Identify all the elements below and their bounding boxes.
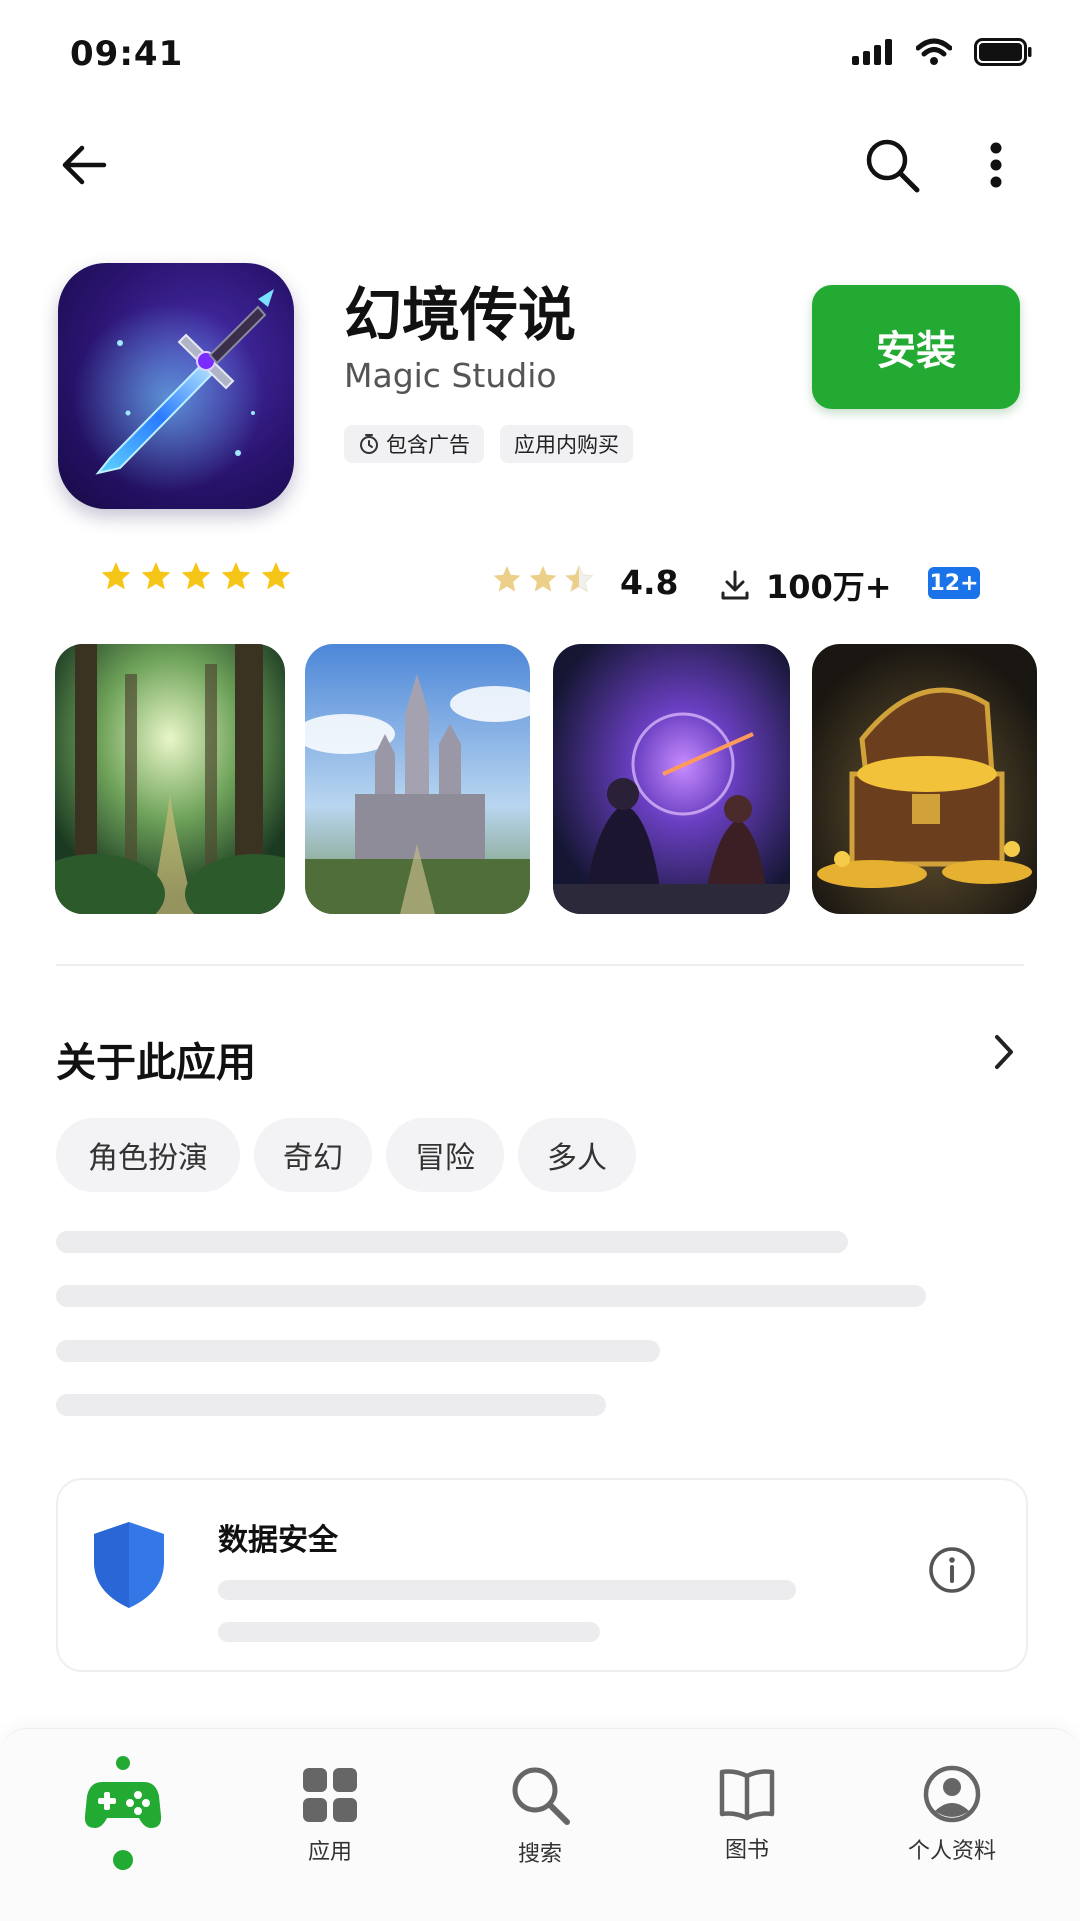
nav-item-profile[interactable]: 个人资料 <box>852 1752 1052 1892</box>
timer-icon <box>360 434 378 454</box>
nav-label-search: 搜索 <box>517 1842 562 1867</box>
tag-adventure[interactable]: 冒险 <box>386 1118 504 1192</box>
active-indicator-dot <box>113 1850 133 1870</box>
sword-icon <box>73 289 274 493</box>
apps-grid-icon <box>303 1768 357 1822</box>
star-icon <box>181 562 211 590</box>
nav-item-games[interactable] <box>23 1752 223 1892</box>
downloads-count: 100万+ <box>720 562 892 608</box>
battle-image <box>553 644 790 914</box>
search-icon <box>512 1767 570 1825</box>
data-safety-title: 数据安全 <box>218 1523 338 1558</box>
divider <box>56 964 1024 966</box>
search-button[interactable] <box>852 125 932 205</box>
screenshot-battle[interactable] <box>553 644 790 914</box>
screenshot-forest[interactable] <box>55 644 285 914</box>
data-safety-card[interactable] <box>56 1478 1028 1672</box>
age-rating-badge: 12+ <box>928 567 980 599</box>
wifi-icon <box>916 38 952 65</box>
forest-image <box>55 644 285 914</box>
more-options-button[interactable] <box>966 125 1026 205</box>
search-icon <box>866 139 920 193</box>
info-icon[interactable] <box>928 1546 976 1594</box>
description-placeholder-line <box>56 1231 848 1253</box>
status-icons <box>852 38 1032 66</box>
star-icon <box>101 562 131 590</box>
in-app-purchase-badge: 应用内购买 <box>500 425 633 463</box>
data-safety-placeholder-line <box>218 1580 796 1600</box>
star-icon <box>261 562 291 590</box>
screenshot-treasure[interactable] <box>812 644 1037 914</box>
star-icon <box>493 565 521 592</box>
gamepad-icon <box>84 1782 162 1828</box>
status-time: 09:41 <box>70 34 184 74</box>
star-icon <box>221 562 251 590</box>
nav-label-apps: 应用 <box>307 1840 352 1865</box>
tag-multiplayer[interactable]: 多人 <box>518 1118 636 1192</box>
screenshot-castle[interactable] <box>305 644 530 914</box>
profile-icon <box>923 1765 981 1823</box>
back-arrow-icon <box>62 145 107 185</box>
data-safety-placeholder-line <box>218 1622 600 1642</box>
signal-icon <box>852 39 892 65</box>
nav-item-books[interactable]: 图书 <box>647 1752 847 1892</box>
book-icon <box>719 1769 775 1821</box>
chevron-right-icon <box>995 1035 1013 1069</box>
castle-image <box>305 644 530 914</box>
back-button[interactable] <box>44 125 124 205</box>
nav-item-apps[interactable]: 应用 <box>230 1752 430 1892</box>
description-placeholder-line <box>56 1285 926 1307</box>
install-button[interactable]: 安装 <box>812 285 1020 409</box>
nav-item-search[interactable]: 搜索 <box>440 1752 640 1892</box>
description-placeholder-line <box>56 1394 606 1416</box>
tag-fantasy[interactable]: 奇幻 <box>254 1118 372 1192</box>
star-rating-small <box>492 564 594 594</box>
star-icon <box>529 565 557 592</box>
half-star-icon <box>564 564 594 593</box>
contains-ads-badge: 包含广告 <box>344 425 484 463</box>
star-rating-large <box>100 560 292 592</box>
app-icon <box>58 263 294 509</box>
star-icon <box>141 562 171 590</box>
active-indicator-top <box>116 1756 130 1770</box>
nav-label-books: 图书 <box>724 1838 769 1863</box>
in-app-purchase-label: 应用内购买 <box>514 433 619 457</box>
more-vertical-icon <box>990 142 1002 188</box>
nav-label-profile: 个人资料 <box>907 1839 996 1864</box>
shield-icon <box>94 1522 164 1608</box>
contains-ads-label: 包含广告 <box>386 433 470 457</box>
tag-roleplay[interactable]: 角色扮演 <box>56 1118 240 1192</box>
description-placeholder-line <box>56 1340 660 1362</box>
about-section-title: 关于此应用 <box>56 1040 256 1086</box>
app-title: 幻境传说 <box>344 281 577 349</box>
treasure-chest-image <box>812 644 1037 914</box>
about-more-button[interactable] <box>982 1030 1026 1074</box>
developer-link[interactable]: Magic Studio <box>344 356 557 395</box>
rating-value: 4.8 <box>620 563 679 602</box>
battery-icon <box>974 38 1032 66</box>
download-icon <box>721 570 749 600</box>
downloads-label: 100万+ <box>766 568 892 606</box>
